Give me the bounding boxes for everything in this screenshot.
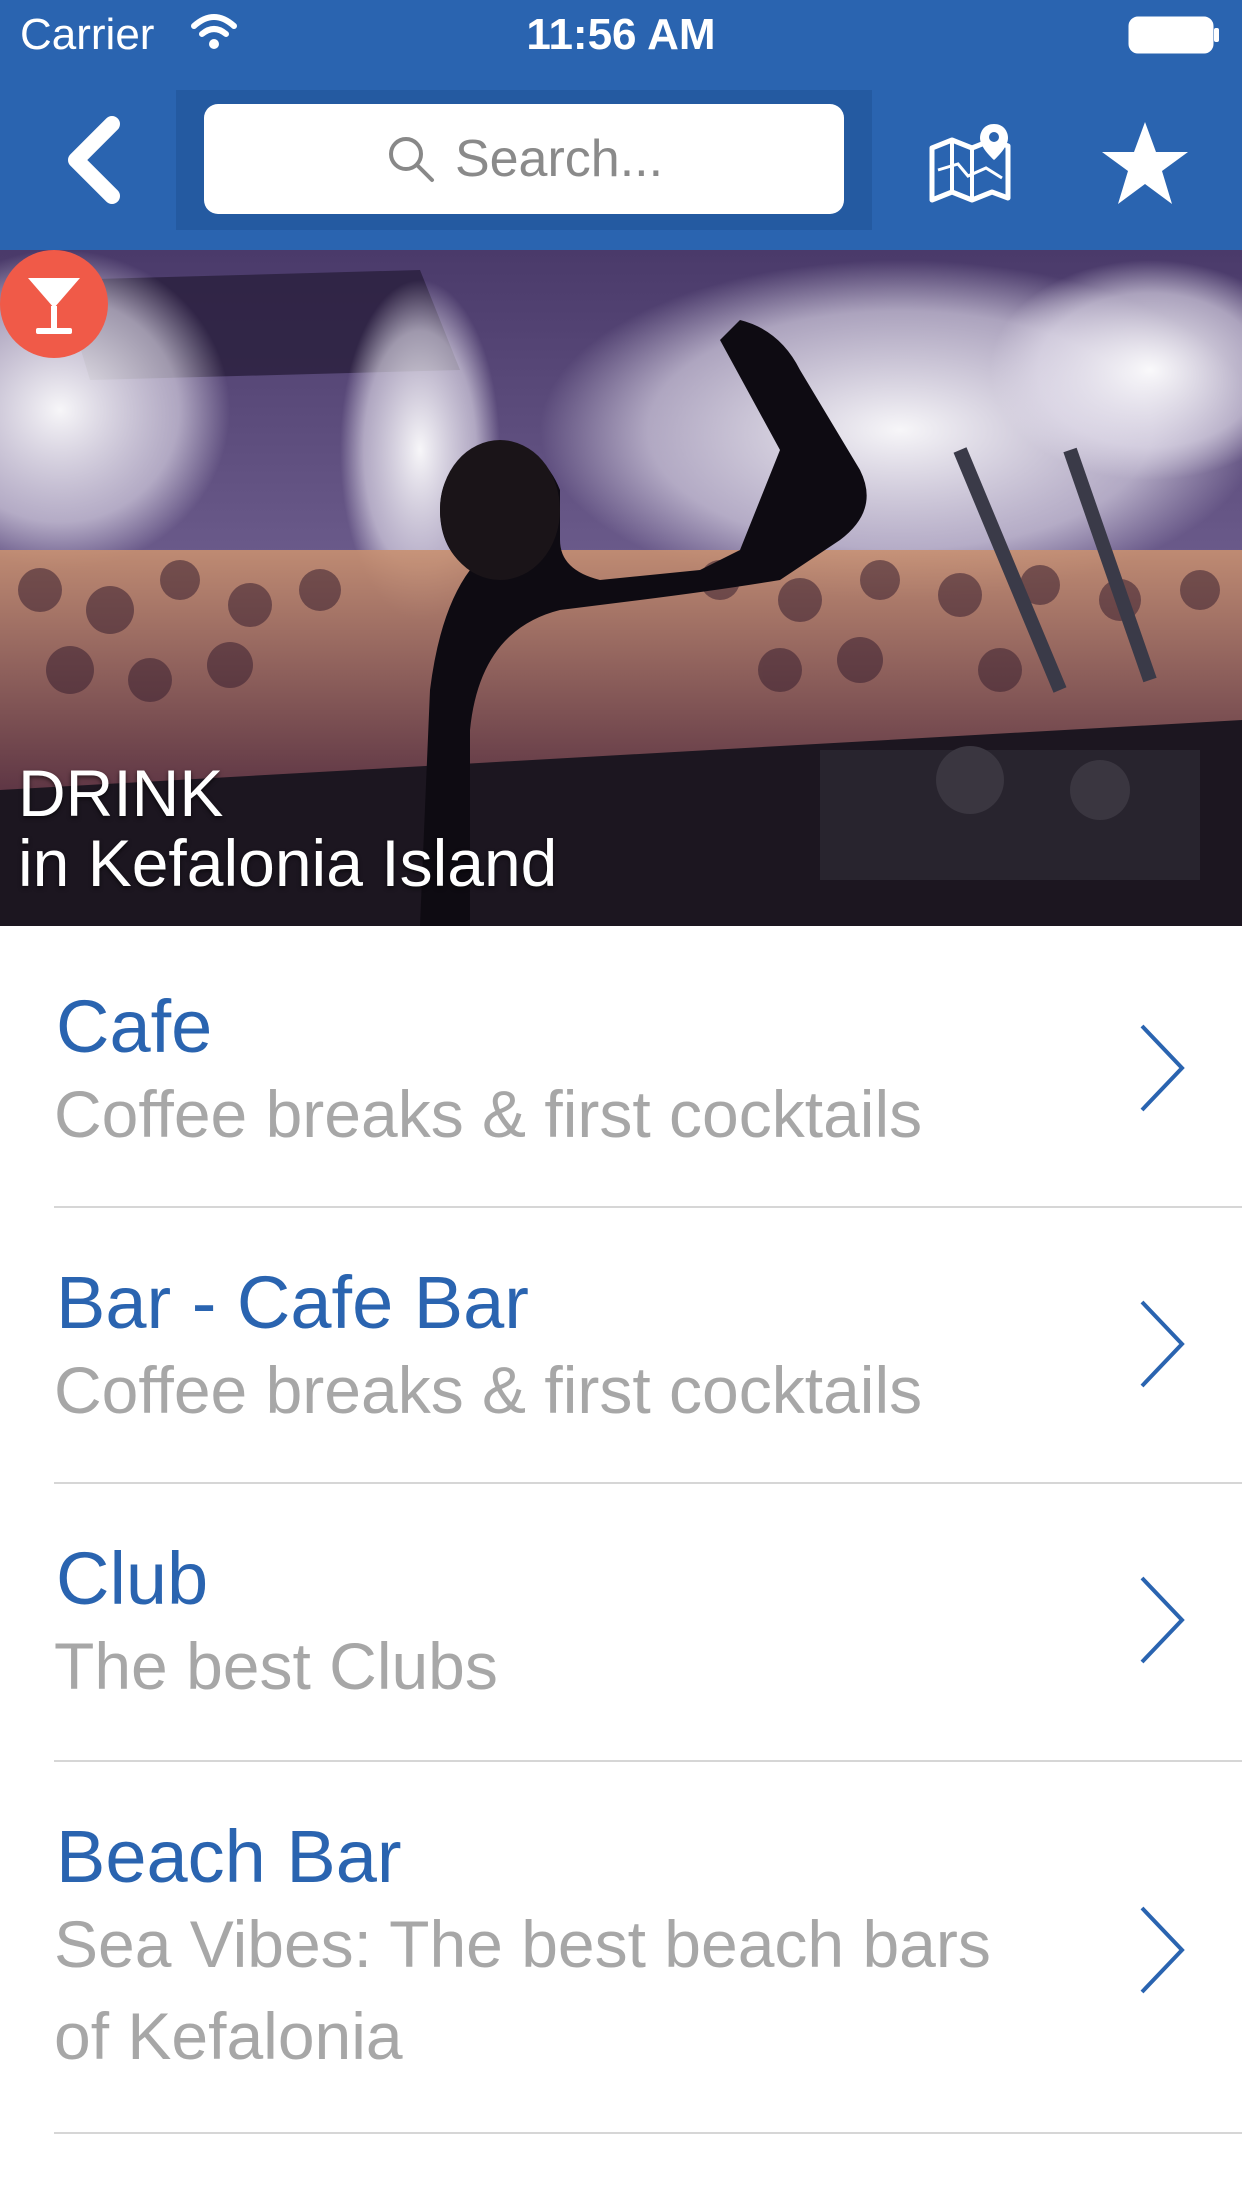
status-time: 11:56 AM	[526, 10, 716, 59]
back-button[interactable]	[56, 110, 136, 210]
hero-title: DRINK	[18, 756, 224, 830]
chevron-right-icon	[1140, 1906, 1185, 1994]
search-input[interactable]: Search...	[204, 104, 844, 214]
cocktail-icon	[0, 250, 108, 358]
list-item-bar-cafe-bar[interactable]: Bar - Cafe Bar Coffee breaks & first coc…	[0, 1208, 1242, 1484]
search-icon	[388, 137, 434, 182]
list-item-subtitle: Coffee breaks & first cocktails	[54, 1353, 923, 1427]
list-item-subtitle: Sea Vibes: The best beach bars of Kefalo…	[54, 1907, 991, 2073]
list-item-subtitle: Coffee breaks & first cocktails	[54, 1077, 923, 1151]
app-header: Carrier 11:56 AM Search...	[0, 0, 1242, 250]
list-item-title: Club	[56, 1537, 209, 1620]
status-bar: Carrier 11:56 AM	[0, 0, 1242, 72]
list-item-club[interactable]: Club The best Clubs	[0, 1484, 1242, 1762]
search-bar: Search...	[176, 90, 872, 230]
map-pin-icon[interactable]	[928, 120, 1014, 206]
list-item-subtitle: The best Clubs	[54, 1629, 498, 1703]
list-item-title: Bar - Cafe Bar	[56, 1261, 529, 1344]
divider	[54, 2132, 1242, 2134]
list-item-beach-bar[interactable]: Beach Bar Sea Vibes: The best beach bars…	[0, 1762, 1242, 2134]
chevron-right-icon	[1140, 1024, 1185, 1112]
nav-bar: Search...	[0, 90, 1242, 240]
battery-icon	[1128, 16, 1219, 54]
chevron-right-icon	[1140, 1300, 1185, 1388]
search-placeholder: Search...	[454, 130, 664, 188]
star-icon[interactable]	[1100, 118, 1190, 208]
hero-subtitle: in Kefalonia Island	[18, 826, 558, 900]
list-item-cafe[interactable]: Cafe Coffee breaks & first cocktails	[0, 926, 1242, 1208]
list-item-title: Beach Bar	[56, 1815, 402, 1898]
list-item-title: Cafe	[56, 985, 213, 1068]
hero-banner: DRINK in Kefalonia Island	[0, 250, 1242, 926]
chevron-right-icon	[1140, 1576, 1185, 1664]
